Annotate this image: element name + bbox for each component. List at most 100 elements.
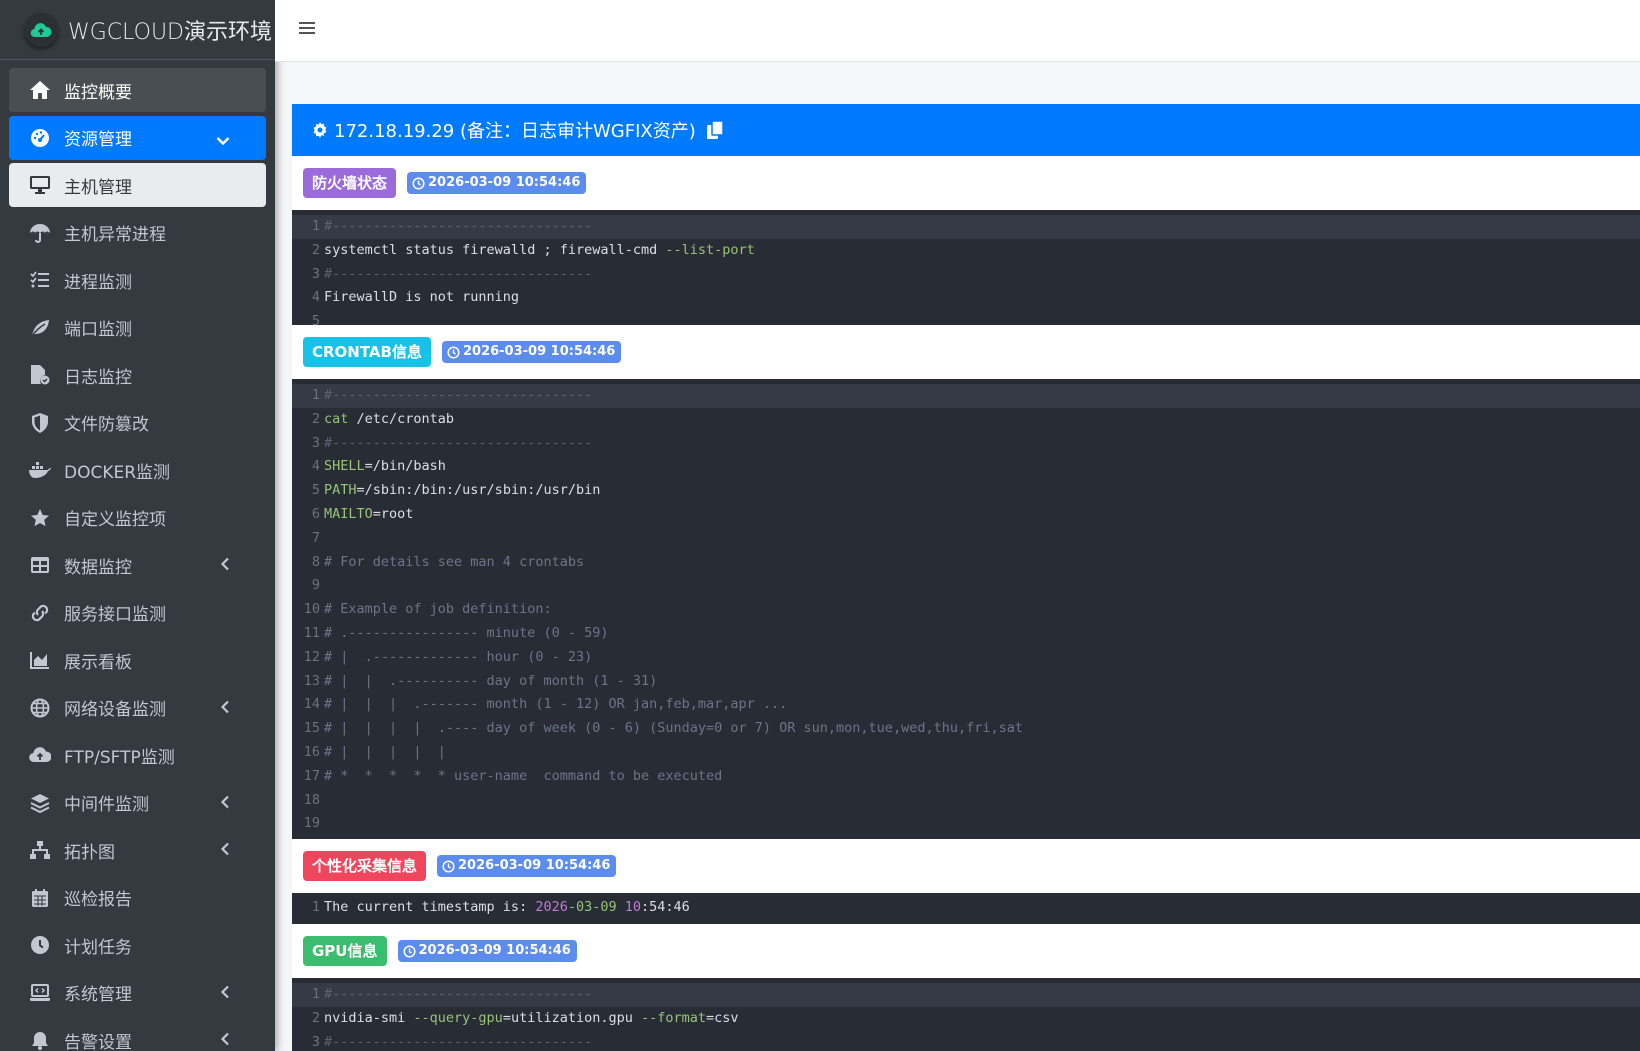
docker-icon <box>28 459 52 481</box>
sidebar-item-label: 巡检报告 <box>64 890 132 910</box>
laptop-code-icon <box>28 982 52 1004</box>
code-line: 1 The current timestamp is: 2026 -03-09 10… <box>311 899 690 915</box>
chevron-left-icon <box>220 1031 230 1051</box>
chevron-left-icon <box>220 556 230 576</box>
chevron-left-icon <box>220 794 230 814</box>
sidebar-item-11[interactable]: 服务接口监测 <box>9 591 266 635</box>
sidebar-item-label: 进程监测 <box>64 272 132 293</box>
code-line: 2 systemctl status firewalld ; firewall-c… <box>311 241 755 258</box>
leaf-icon <box>28 317 52 339</box>
sidebar-item-10[interactable]: 数据监控 <box>9 543 266 587</box>
sidebar-item-9[interactable]: 自定义监控项 <box>9 496 266 540</box>
desktop-icon <box>28 174 52 196</box>
code-line: 9 <box>311 577 320 594</box>
sidebar-item-14[interactable]: FTP/SFTP监测 <box>9 733 266 777</box>
code-line: 16 # | | | | | <box>303 743 446 760</box>
timestamp-text: 2026-03-09 10:54:46 <box>458 858 611 873</box>
cloud-logo-icon <box>24 12 58 47</box>
custom-collect-badge: 个性化采集信息 <box>303 851 427 881</box>
sidebar-item-label: 告警设置 <box>64 1032 132 1051</box>
sidebar-item-13[interactable]: 网络设备监测 <box>9 686 266 730</box>
code-line: 7 <box>311 529 320 546</box>
code-line: 4 FirewallD is not running <box>311 289 520 306</box>
gear-icon <box>312 122 328 138</box>
sidebar-item-7[interactable]: 文件防篡改 <box>9 401 266 445</box>
sidebar-item-label: 主机异常进程 <box>64 225 166 245</box>
sidebar-item-label: 日志监控 <box>64 367 132 388</box>
clock-icon <box>28 934 52 956</box>
sidebar-item-2[interactable]: 主机管理 <box>9 163 266 207</box>
chevron-down-icon <box>216 131 230 151</box>
code-line: 5 PATH =/sbin:/bin:/usr/sbin:/usr/bin <box>311 482 601 499</box>
sidebar-item-label: 中间件监测 <box>64 795 149 815</box>
sidebar-item-20[interactable]: 告警设置 <box>9 1018 266 1051</box>
star-icon <box>28 507 52 529</box>
file-check-icon <box>28 364 52 386</box>
sidebar-item-label: 计划任务 <box>64 937 132 958</box>
code-line: 17 # * * * * * user-name command to be ex… <box>303 767 723 784</box>
sidebar-item-5[interactable]: 端口监测 <box>9 306 266 350</box>
sidebar-item-3[interactable]: 主机异常进程 <box>9 211 266 255</box>
crontab-code-block: 1 #-------------------------------- 2 cat … <box>292 379 1640 839</box>
code-line: 18 <box>303 791 320 808</box>
code-line: 3 #-------------------------------- <box>311 434 593 451</box>
sidebar-item-label: DOCKER监测 <box>64 462 171 483</box>
chevron-left-icon <box>220 699 230 719</box>
firewall-code-block: 1 #-------------------------------- 2 syst… <box>292 210 1640 329</box>
sidebar-item-16[interactable]: 拓扑图 <box>9 828 266 872</box>
code-line: 2 cat /etc/crontab <box>311 410 455 427</box>
sidebar-item-0[interactable]: 监控概要 <box>9 68 266 112</box>
sidebar-item-label: 文件防篡改 <box>64 415 149 435</box>
card-header: 172.18.19.29 (备注：日志审计WGFIX资产) <box>292 104 1640 156</box>
code-line: 3 #-------------------------------- <box>311 265 593 282</box>
code-line: 19 <box>303 815 320 832</box>
sidebar-item-label: 网络设备监测 <box>64 700 166 720</box>
section-crontab-header: CRONTAB信息 2026-03-09 10:54:46 <box>292 325 1640 379</box>
sidebar-item-12[interactable]: 展示看板 <box>9 638 266 682</box>
chevron-left-icon <box>220 841 230 861</box>
umbrella-icon <box>28 222 52 244</box>
brand[interactable]: WGCLOUD演示环境 <box>0 0 275 60</box>
sidebar-item-19[interactable]: 系统管理 <box>9 971 266 1015</box>
sidebar-item-17[interactable]: 巡检报告 <box>9 876 266 920</box>
timestamp-badge: 2026-03-09 10:54:46 <box>437 855 617 877</box>
sidebar: WGCLOUD演示环境 监控概要资源管理主机管理主机异常进程 进程监测端口监测日志… <box>0 0 275 1051</box>
code-line: 11 # .---------------- minute (0 - 59) <box>303 624 609 641</box>
bell-icon <box>28 1029 52 1051</box>
sidebar-item-label: 端口监测 <box>64 320 132 340</box>
home-icon <box>28 79 52 101</box>
timestamp-text: 2026-03-09 10:54:46 <box>462 344 616 359</box>
sidebar-item-6[interactable]: 日志监控 <box>9 353 266 397</box>
gpu-code-block: 1 #-------------------------------- 2 nvid… <box>292 978 1640 1051</box>
top-navbar <box>275 0 1640 62</box>
sidebar-item-label: 系统管理 <box>64 985 132 1005</box>
code-line: 8 # For details see man 4 crontabs <box>311 553 585 570</box>
sidebar-item-4[interactable]: 进程监测 <box>9 258 266 302</box>
copy-icon[interactable] <box>706 120 724 140</box>
sidebar-item-label: 资源管理 <box>64 130 132 150</box>
brand-title: WGCLOUD演示环境 <box>68 19 272 45</box>
sidebar-item-15[interactable]: 中间件监测 <box>9 781 266 825</box>
code-line: 1 #-------------------------------- <box>292 983 1640 1007</box>
clock-icon <box>412 176 425 190</box>
crontab-badge: CRONTAB信息 <box>303 337 431 367</box>
code-line: 1 #-------------------------------- <box>292 215 1640 239</box>
sidebar-item-18[interactable]: 计划任务 <box>9 923 266 967</box>
timestamp-badge: 2026-03-09 10:54:46 <box>441 341 622 363</box>
sidebar-nav: 监控概要资源管理主机管理主机异常进程 进程监测端口监测日志监控文件防篡改 DOCKE… <box>0 60 275 1051</box>
area-chart-icon <box>28 649 52 671</box>
sitemap-icon <box>28 839 52 861</box>
globe-icon <box>28 697 52 719</box>
hamburger-menu-icon[interactable] <box>299 20 319 40</box>
section-firewall-header: 防火墙状态 2026-03-09 10:54:46 <box>292 156 1640 210</box>
dashboard-gauge-icon <box>28 127 52 149</box>
code-line: 1 #-------------------------------- <box>292 384 1640 408</box>
code-line: 6 MAILTO =root <box>311 505 414 522</box>
gpu-badge: GPU信息 <box>303 936 387 966</box>
sidebar-item-label: FTP/SFTP监测 <box>64 747 175 768</box>
cloud-upload-icon <box>28 744 52 766</box>
sidebar-item-8[interactable]: DOCKER监测 <box>9 448 266 492</box>
chevron-left-icon <box>220 984 230 1004</box>
sidebar-item-1[interactable]: 资源管理 <box>9 115 266 160</box>
tasks-list-icon <box>28 269 52 291</box>
